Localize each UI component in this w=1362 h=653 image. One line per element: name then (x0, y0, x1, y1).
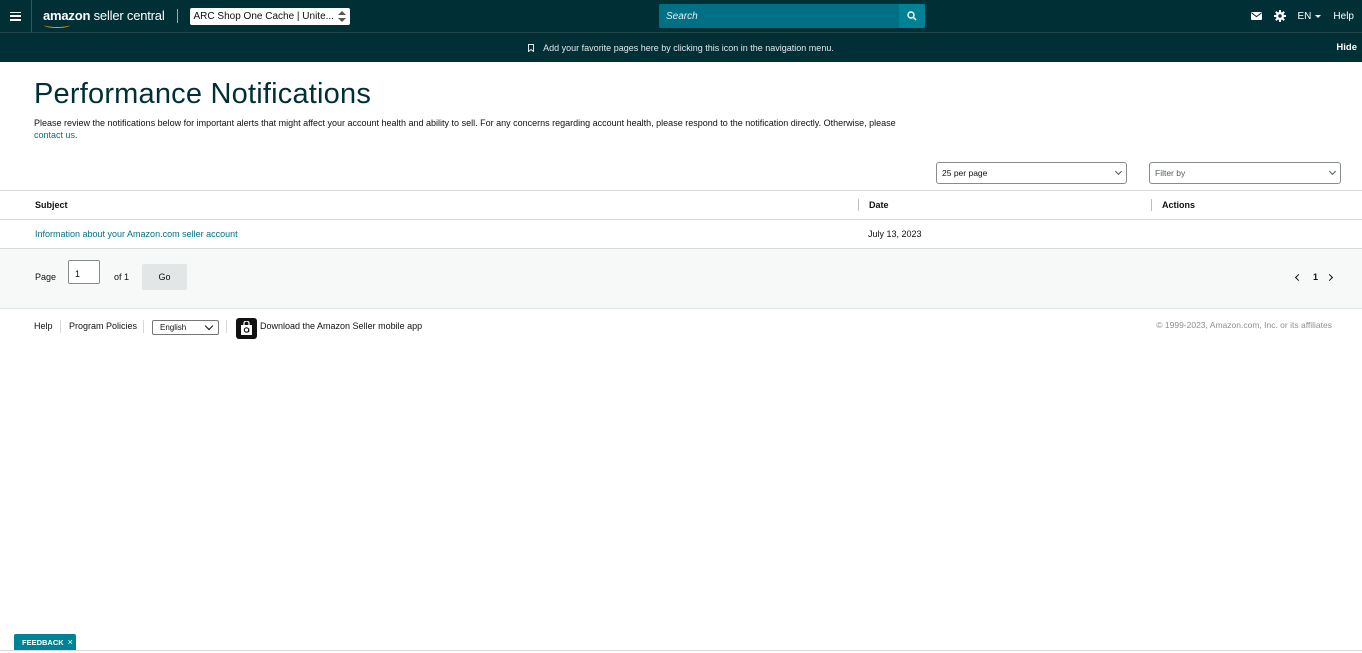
notification-subject-link[interactable]: Information about your Amazon.com seller… (35, 229, 238, 239)
table-row: Information about your Amazon.com seller… (0, 220, 1362, 249)
logo-product: seller central (90, 7, 165, 23)
language-label: EN (1297, 10, 1312, 22)
column-header-subject[interactable]: Subject (35, 200, 68, 210)
close-icon[interactable]: × (68, 637, 73, 647)
notification-date: July 13, 2023 (868, 229, 922, 239)
footer-language-value: English (160, 323, 187, 332)
account-switcher[interactable]: ARC Shop One Cache | Unite... (189, 7, 350, 25)
footer-divider (226, 320, 227, 333)
seller-central-logo[interactable]: amazon seller central (43, 7, 165, 28)
feedback-label: FEEDBACK (22, 637, 64, 647)
nav-right-tools: EN Help (1250, 0, 1354, 32)
chevron-down-icon (204, 321, 214, 331)
menu-icon (10, 11, 21, 21)
feedback-button[interactable]: FEEDBACK × (14, 634, 76, 650)
language-selector[interactable]: EN (1298, 11, 1322, 22)
settings-button[interactable] (1273, 10, 1286, 22)
search-input[interactable]: Search (659, 4, 899, 28)
bottom-divider (0, 650, 1362, 651)
chevron-down-icon (1328, 167, 1337, 176)
page-description: Please review the notifications below fo… (34, 117, 914, 141)
column-header-date[interactable]: Date (869, 200, 889, 210)
footer-help-link[interactable]: Help (34, 321, 53, 331)
hide-favorites-button[interactable]: Hide (1336, 42, 1357, 53)
go-button[interactable]: Go (142, 264, 187, 290)
footer: Help Program Policies English Download t… (0, 316, 1362, 339)
column-divider (1151, 199, 1152, 211)
menu-button[interactable] (0, 0, 32, 32)
bookmark-icon (528, 43, 535, 52)
top-navigation: amazon seller central ARC Shop One Cache… (0, 0, 1362, 32)
logo-brand: amazon (43, 7, 91, 23)
favorites-bar: Add your favorite pages here by clicking… (0, 32, 1362, 62)
shopping-bag-icon[interactable] (236, 318, 257, 339)
logo-smile-icon (44, 22, 70, 28)
caret-down-icon (1315, 15, 1322, 18)
description-text: Please review the notifications below fo… (34, 118, 896, 128)
page-label: Page (35, 272, 57, 282)
filter-placeholder: Filter by (1155, 168, 1186, 178)
per-page-value: 25 per page (942, 168, 988, 178)
page-count-label: of 1 (114, 272, 130, 282)
page-number-input[interactable] (68, 260, 100, 284)
table-header: Subject Date Actions (0, 190, 1362, 220)
column-divider (858, 199, 859, 211)
envelope-icon (1250, 12, 1262, 20)
gear-icon (1273, 10, 1286, 22)
footer-language-select[interactable]: English (152, 320, 219, 335)
program-policies-link[interactable]: Program Policies (69, 321, 137, 331)
nav-divider (176, 9, 178, 23)
favorites-message: Add your favorite pages here by clicking… (543, 42, 834, 53)
search-icon (907, 11, 917, 21)
footer-divider (60, 320, 61, 333)
account-switcher-label: ARC Shop One Cache | Unite... (193, 10, 334, 22)
filter-select[interactable]: Filter by (1149, 162, 1341, 184)
chevron-right-icon[interactable] (1325, 273, 1334, 282)
page-number-link[interactable]: 1 (1313, 272, 1318, 282)
column-header-actions: Actions (1162, 200, 1196, 210)
download-app-link[interactable]: Download the Amazon Seller mobile app (260, 321, 422, 331)
up-down-arrows-icon (337, 10, 346, 23)
messages-button[interactable] (1250, 12, 1262, 20)
description-period: . (75, 130, 78, 140)
pagination-bar: Page of 1 Go 1 (0, 249, 1362, 309)
help-link[interactable]: Help (1333, 11, 1354, 22)
per-page-select[interactable]: 25 per page (936, 162, 1127, 184)
search-button[interactable] (899, 4, 925, 28)
chevron-down-icon (1114, 167, 1123, 176)
notifications-table: Subject Date Actions Information about y… (0, 190, 1362, 249)
page-title: Performance Notifications (34, 78, 372, 110)
contact-us-link[interactable]: contact us (34, 130, 75, 140)
chevron-left-icon[interactable] (1294, 273, 1303, 282)
copyright-text: © 1999-2023, Amazon.com, Inc. or its aff… (1156, 320, 1332, 330)
footer-divider (143, 320, 144, 333)
